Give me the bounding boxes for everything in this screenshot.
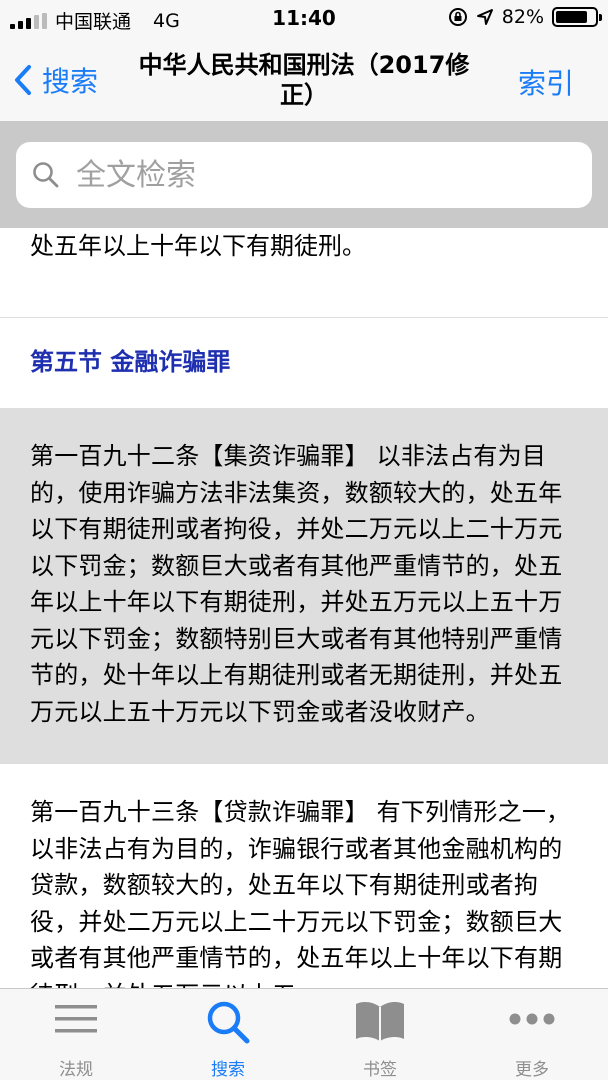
article-192[interactable]: 第一百九十二条【集资诈骗罪】 以非法占有为目的，使用诈骗方法非法集资，数额较大的…: [0, 408, 608, 764]
battery-percent: 82%: [501, 6, 544, 28]
search-area: [0, 122, 608, 228]
search-icon: [207, 1001, 250, 1044]
tab-bar: 法规 搜索 书签 更多: [0, 988, 608, 1080]
chevron-left-icon: [15, 65, 31, 95]
location-icon: [476, 9, 493, 25]
section-header[interactable]: 第五节 金融诈骗罪: [0, 318, 608, 408]
article-193-text: 第一百九十三条【贷款诈骗罪】 有下列情形之一，以非法占有为目的，诈骗银行或者其他…: [30, 798, 571, 988]
battery-fill: [556, 11, 588, 23]
tab-laws[interactable]: 法规: [0, 989, 152, 1080]
tab-bookmarks[interactable]: 书签: [304, 989, 456, 1080]
book-icon: [356, 1002, 404, 1041]
status-right: 82%: [448, 6, 602, 28]
battery-icon: [552, 7, 602, 27]
tab-more-label: 更多: [515, 1060, 549, 1080]
tab-laws-label: 法规: [59, 1060, 93, 1080]
status-bar: 中国联通 4G 11:40 82%: [0, 0, 608, 40]
navigation-bar: 搜索 中华人民共和国刑法（2017修正） 索引: [0, 40, 608, 122]
search-box[interactable]: [16, 142, 592, 208]
section-title: 第五节 金融诈骗罪: [30, 348, 231, 376]
article-192-text: 第一百九十二条【集资诈骗罪】 以非法占有为目的，使用诈骗方法非法集资，数额较大的…: [30, 442, 563, 726]
law-content[interactable]: 处五年以上十年以下有期徒刑。 第五节 金融诈骗罪 第一百九十二条【集资诈骗罪】 …: [0, 228, 608, 988]
tab-bookmarks-label: 书签: [363, 1060, 397, 1080]
back-label: 搜索: [42, 65, 99, 98]
more-icon: [509, 1013, 555, 1025]
tab-search-label: 搜索: [211, 1060, 245, 1080]
index-button[interactable]: 索引: [518, 62, 574, 102]
article-193[interactable]: 第一百九十三条【贷款诈骗罪】 有下列情形之一，以非法占有为目的，诈骗银行或者其他…: [0, 764, 608, 988]
search-input[interactable]: [76, 157, 546, 193]
tab-search[interactable]: 搜索: [152, 989, 304, 1080]
list-icon: [55, 1005, 97, 1033]
orientation-lock-icon: [448, 8, 467, 26]
previous-article-text: 处五年以上十年以下有期徒刑。: [30, 232, 366, 260]
back-button[interactable]: 搜索: [14, 60, 98, 100]
search-icon: [33, 162, 59, 188]
previous-article-tail: 处五年以上十年以下有期徒刑。: [0, 228, 608, 318]
tab-more[interactable]: 更多: [456, 989, 608, 1080]
page-title: 中华人民共和国刑法（2017修正）: [138, 51, 470, 109]
